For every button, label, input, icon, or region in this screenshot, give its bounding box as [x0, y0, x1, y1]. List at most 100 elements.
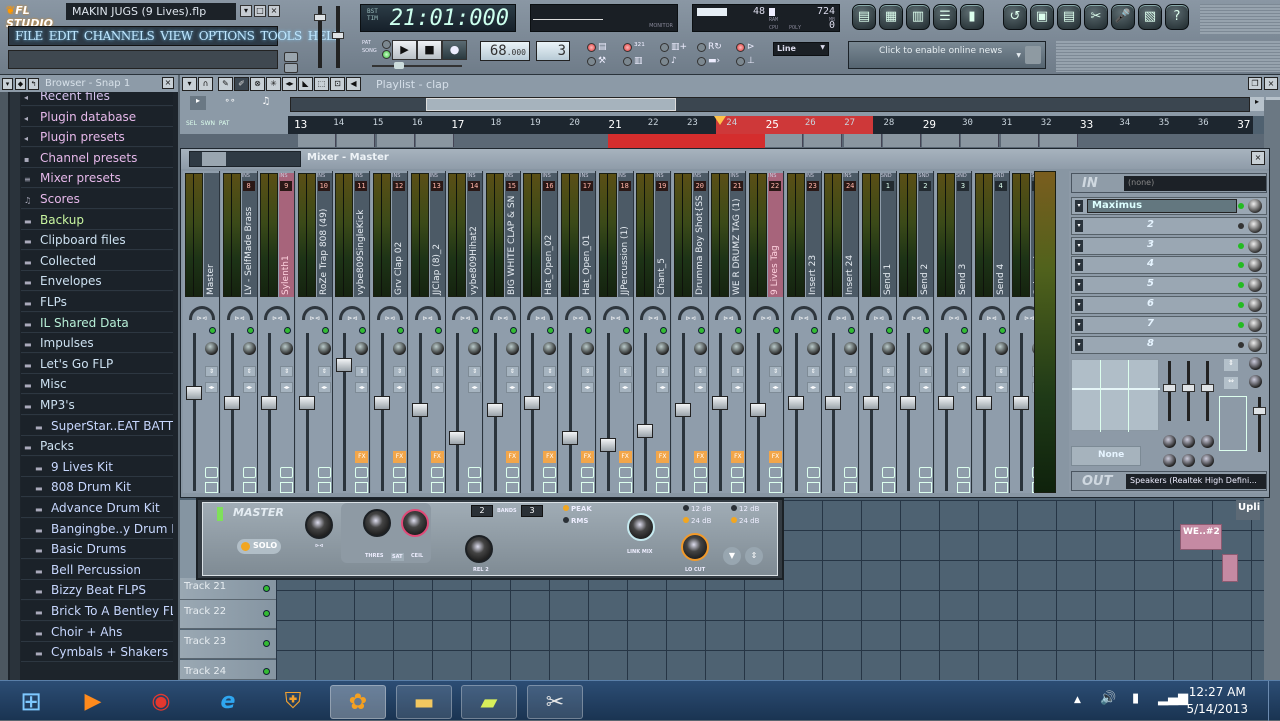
eq-high-bw-knob[interactable] — [1201, 454, 1214, 467]
menu-file[interactable]: FILE — [15, 29, 43, 43]
pattern-block[interactable] — [765, 134, 803, 147]
slot-menu-button[interactable]: ▾ — [1075, 259, 1083, 272]
play-button[interactable]: ▶ — [392, 40, 417, 60]
slot-name[interactable]: Maximus — [1087, 199, 1237, 213]
disk-record-icon[interactable] — [769, 482, 782, 493]
swap-lr-button[interactable]: ◂▸ — [581, 382, 594, 393]
slot-enable-led[interactable] — [1238, 222, 1244, 229]
disk-record-icon[interactable] — [994, 482, 1008, 493]
strip-name[interactable]: BIG WHITE CLAP & SN — [507, 195, 517, 295]
cut-icon[interactable]: ✂ — [1084, 4, 1108, 30]
save-icon[interactable]: ▣ — [1030, 4, 1054, 30]
strip-name[interactable]: Send 1 — [883, 195, 893, 295]
track-label[interactable]: Track 24 — [180, 660, 276, 680]
scroll-right-button[interactable]: ▸ — [1250, 97, 1264, 111]
disk-record-icon[interactable] — [844, 482, 858, 493]
slot-menu-button[interactable]: ▾ — [1075, 239, 1083, 252]
security-icon[interactable]: ⛨ — [265, 685, 321, 719]
swap-polarity-button[interactable]: ⇕ — [957, 366, 970, 377]
slot-name[interactable]: 2 — [1087, 219, 1237, 233]
record-arm-icon[interactable] — [355, 467, 369, 478]
record-arm-icon[interactable] — [205, 467, 218, 478]
stereo-separation-knob[interactable] — [806, 342, 820, 355]
stereo-separation-knob[interactable] — [994, 342, 1008, 355]
song-position-display[interactable]: BST TIM 21:01:000 — [360, 4, 516, 32]
fx-slot[interactable]: ▾ 4 — [1071, 256, 1267, 275]
mixer-icon[interactable]: ▮ — [960, 4, 984, 30]
swap-polarity-button[interactable]: ⇕ — [430, 366, 444, 377]
slot-menu-button[interactable]: ▾ — [1075, 299, 1083, 311]
volume-fader[interactable] — [975, 396, 992, 410]
auto-scroll-toggle[interactable] — [697, 57, 706, 66]
mixer-strip-master[interactable]: Master ⊳⊲ ⇕ ◂▸ — [183, 171, 220, 493]
swap-icon[interactable]: ⇕ — [1224, 359, 1238, 371]
fx-slot[interactable]: ▾ Maximus — [1071, 197, 1267, 215]
eq-graph[interactable] — [1071, 359, 1160, 432]
strip-name[interactable]: 9 Lives Tag — [770, 195, 780, 295]
mute-led[interactable] — [961, 327, 968, 334]
playlist-menu-button[interactable]: ▾ — [182, 77, 197, 91]
disk-record-icon[interactable] — [919, 482, 933, 493]
swap-lr-button[interactable]: ◂▸ — [769, 382, 782, 393]
playlist-icon[interactable]: ▤ — [852, 4, 876, 30]
disk-record-icon[interactable] — [355, 482, 369, 493]
disk-record-icon[interactable] — [881, 482, 895, 493]
slot-enable-led[interactable] — [1238, 341, 1244, 348]
slot-name[interactable]: 6 — [1087, 298, 1237, 312]
slot-name[interactable]: 7 — [1087, 318, 1237, 332]
eq-mid-fader[interactable] — [1182, 361, 1195, 421]
fx-volume-fader[interactable] — [1253, 397, 1266, 452]
mute-led[interactable] — [810, 327, 818, 334]
volume-fader-track[interactable] — [193, 333, 196, 491]
volume-fader-track[interactable] — [381, 333, 384, 491]
swap-lr-icon[interactable]: ⇔ — [1224, 377, 1238, 389]
track-label[interactable]: Track 23 — [180, 630, 276, 659]
close-button[interactable]: × — [268, 5, 280, 17]
piano-roll-icon[interactable]: ▥ — [906, 4, 930, 30]
pattern-block[interactable] — [843, 134, 882, 147]
browser-item[interactable]: ≡ Mixer presets — [21, 168, 173, 189]
stereo-separation-knob[interactable] — [957, 342, 970, 355]
delete-tool-icon[interactable]: ⊗ — [250, 77, 265, 91]
record-arm-icon[interactable] — [280, 467, 294, 478]
mute-led[interactable] — [923, 327, 931, 334]
output-selector[interactable]: Speakers (Realtek High Defini... — [1126, 474, 1266, 489]
strip-name[interactable]: Master — [206, 195, 216, 295]
pattern-mode-radio[interactable] — [382, 40, 391, 49]
blend-notes-toggle[interactable] — [660, 57, 669, 66]
stereo-separation-knob[interactable] — [656, 342, 670, 355]
stereo-separation-knob[interactable] — [242, 342, 256, 355]
volume-fader[interactable] — [298, 396, 315, 410]
waveform-monitor[interactable]: MONITOR — [530, 4, 678, 32]
mute-led[interactable] — [246, 327, 254, 334]
mixer-strip[interactable]: INS 10 RoZe Trap 808 (49) ⊳⊲ ⇕ ◂▸ — [295, 171, 333, 493]
disk-record-icon[interactable] — [731, 482, 745, 493]
playlist-clip[interactable] — [1222, 554, 1238, 582]
mute-led[interactable] — [585, 327, 592, 334]
volume-fader[interactable] — [261, 396, 278, 410]
stereo-separation-knob[interactable] — [581, 342, 594, 355]
mixer-strip[interactable]: INS 8 LV - SelfMade Brass ⊳⊲ ⇕ ◂▸ — [220, 171, 258, 493]
playback-tool-icon[interactable]: ◀ — [346, 77, 361, 91]
volume-fader[interactable] — [374, 396, 390, 410]
save-as-icon[interactable]: ▤ — [1057, 4, 1081, 30]
slot-name[interactable]: 8 — [1087, 338, 1237, 352]
swap-lr-button[interactable]: ◂▸ — [505, 382, 519, 393]
slot-mix-knob[interactable] — [1248, 298, 1262, 312]
slot-menu-button[interactable]: ▾ — [1075, 318, 1083, 331]
swap-lr-button[interactable]: ◂▸ — [393, 382, 406, 393]
hint-button-1[interactable] — [284, 52, 298, 62]
disk-record-icon[interactable] — [581, 482, 594, 493]
fx-indicator[interactable]: FX — [618, 451, 632, 463]
mixer-strip[interactable]: SND 4 Send 4 ⊳⊲ ⇕ ◂▸ — [972, 171, 1010, 493]
menu-view[interactable]: VIEW — [160, 29, 193, 43]
fx-indicator[interactable]: FX — [656, 451, 670, 463]
swap-polarity-button[interactable]: ⇕ — [468, 366, 482, 377]
hint-button-2[interactable] — [284, 63, 298, 73]
mixer-strip[interactable]: INS 18 JJPercussion (1) ⊳⊲ ⇕ ◂▸ FX — [596, 171, 634, 493]
arrow-down-button[interactable]: ▼ — [723, 547, 741, 565]
strip-name[interactable]: vybe809SingleKick — [356, 195, 366, 295]
swap-lr-button[interactable]: ◂▸ — [355, 382, 369, 393]
fx-slot[interactable]: ▾ 3 — [1071, 236, 1267, 255]
solo-button[interactable]: SOLO — [237, 539, 281, 554]
